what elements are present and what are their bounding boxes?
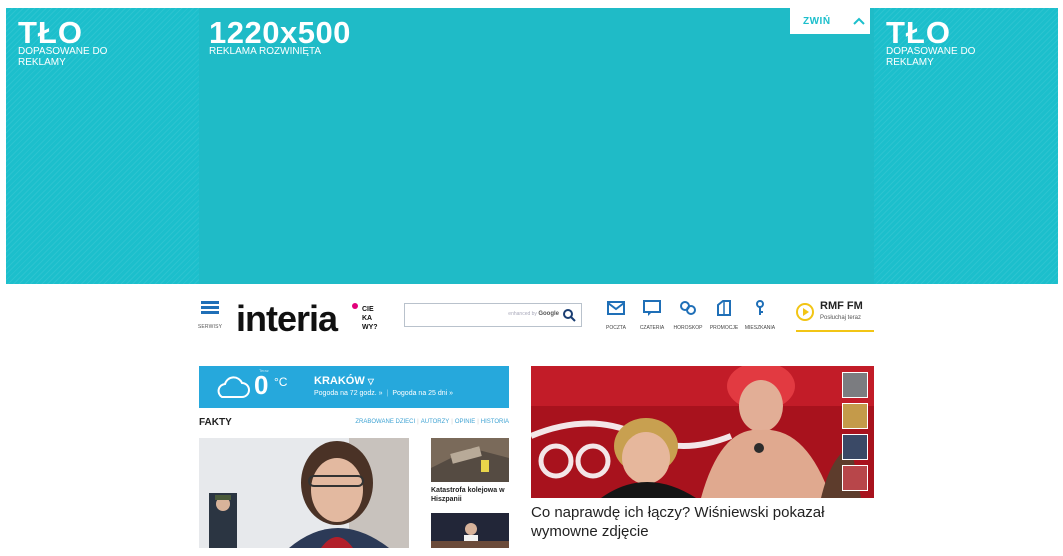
- radio-listen-now: Posłuchaj teraz: [820, 315, 862, 321]
- search-icon[interactable]: [562, 308, 576, 322]
- hero-headline[interactable]: Co naprawdę ich łączy? Wiśniewski pokaza…: [531, 503, 871, 541]
- side-news-photo-2[interactable]: [431, 513, 509, 548]
- hero-thumb-2[interactable]: [842, 403, 868, 429]
- key-icon: [756, 300, 764, 315]
- event-photo: [431, 513, 509, 548]
- service-mieszkania[interactable]: MIESZKANIA: [738, 300, 782, 331]
- interia-logo[interactable]: interia CIE KA WY?: [236, 298, 386, 338]
- facts-main-photo[interactable]: [199, 438, 409, 548]
- hero-photo[interactable]: [531, 366, 874, 498]
- facts-tab[interactable]: AUTORZY: [421, 419, 450, 425]
- hero-thumb-1[interactable]: [842, 372, 868, 398]
- svg-text:WY?: WY?: [362, 324, 378, 331]
- chat-icon: [643, 300, 661, 316]
- ad-right-title: TŁO: [886, 15, 951, 50]
- svg-text:KA: KA: [362, 315, 372, 322]
- side-news-photo[interactable]: [431, 438, 509, 482]
- facts-title: FAKTY: [199, 417, 232, 428]
- expanded-ad-banner[interactable]: 1220x500 REKLAMA ROZWINIĘTA ZWIŃ: [199, 8, 874, 284]
- forecast-25d-link[interactable]: Pogoda na 25 dni »: [392, 390, 453, 397]
- svg-text:CIE: CIE: [362, 306, 374, 313]
- hamburger-icon: [196, 301, 224, 314]
- weather-widget[interactable]: Teraz 0 °C KRAKÓW ▽ Pogoda na 72 godz. » |…: [199, 366, 509, 408]
- search-box[interactable]: enhanced by Google: [404, 303, 582, 327]
- collapse-ad-label: ZWIŃ: [803, 15, 831, 27]
- promo-icon: [717, 300, 731, 316]
- radio-station-name: RMF FM: [820, 300, 863, 312]
- ad-left-subtitle: DOPASOWANE DO REKLAMY: [18, 46, 108, 68]
- temperature-value: 0: [254, 370, 269, 400]
- cloud-icon: [217, 376, 250, 398]
- horoscope-icon: [680, 301, 696, 315]
- collapse-ad-button[interactable]: ZWIŃ: [790, 8, 870, 34]
- search-brand: enhanced by Google: [508, 311, 559, 317]
- rmf-fm-player[interactable]: RMF FM Posłuchaj teraz: [796, 300, 874, 332]
- facts-tab[interactable]: HISTORIA: [481, 419, 509, 425]
- city-selector[interactable]: KRAKÓW ▽: [314, 375, 374, 387]
- mail-icon: [607, 301, 625, 315]
- ad-background-right: TŁO DOPASOWANE DO REKLAMY: [874, 8, 1058, 284]
- weather-links: Pogoda na 72 godz. » | Pogoda na 25 dni »: [314, 390, 454, 397]
- ad-background-left: TŁO DOPASOWANE DO REKLAMY: [6, 8, 199, 284]
- hero-thumb-3[interactable]: [842, 434, 868, 460]
- play-icon: [796, 303, 814, 321]
- facts-tab[interactable]: ZRABOWANE DZIECI: [355, 419, 415, 425]
- services-menu-label: SERWISY: [197, 324, 223, 330]
- ad-left-title: TŁO: [18, 15, 83, 50]
- train-wreck-photo: [431, 438, 509, 482]
- hero-thumb-4[interactable]: [842, 465, 868, 491]
- logo-wordmark: interia: [236, 298, 339, 338]
- forecast-72h-link[interactable]: Pogoda na 72 godz. »: [314, 390, 383, 397]
- search-input[interactable]: [409, 308, 499, 322]
- chevron-up-icon: [852, 17, 865, 25]
- celebrity-photo: [531, 366, 874, 498]
- ad-right-subtitle: DOPASOWANE DO REKLAMY: [886, 46, 976, 68]
- facts-tab[interactable]: OPINIE: [455, 419, 475, 425]
- ad-size-label: 1220x500: [209, 15, 351, 50]
- city-name: KRAKÓW: [314, 375, 365, 387]
- facts-section-header: FAKTY ZRABOWANE DZIECI | AUTORZY | OPINIE | HI…: [199, 417, 509, 433]
- site-header: SERWISY interia CIE KA WY? enhanced by G…: [196, 296, 876, 338]
- temperature-unit: °C: [274, 375, 288, 389]
- ad-description: REKLAMA ROZWINIĘTA: [209, 46, 322, 57]
- hero-gallery-thumbs: [842, 372, 870, 496]
- service-label: MIESZKANIA: [744, 325, 776, 331]
- facts-tabs: ZRABOWANE DZIECI | AUTORZY | OPINIE | HISTORIA: [355, 419, 509, 425]
- services-menu-button[interactable]: SERWISY: [196, 299, 224, 330]
- news-photo: [199, 438, 409, 548]
- side-news-caption[interactable]: Katastrofa kolejowa w Hiszpanii: [431, 486, 511, 504]
- chevron-down-icon: ▽: [367, 377, 374, 386]
